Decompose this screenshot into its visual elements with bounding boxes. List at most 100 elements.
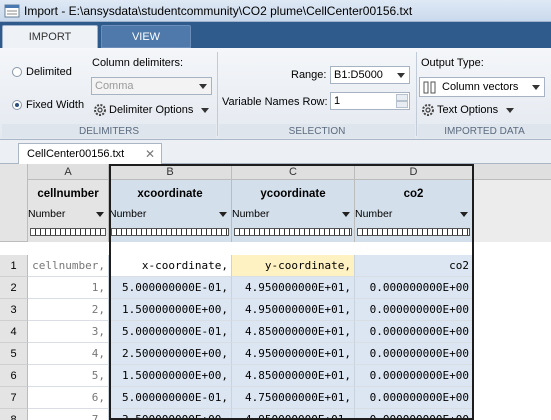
table-cell[interactable]: 2.500000000E+00, <box>109 343 232 365</box>
variable-name[interactable]: cellnumber <box>28 188 108 200</box>
output-type-value: Column vectors <box>442 81 519 93</box>
column-header-c[interactable]: C <box>232 164 355 180</box>
file-tab[interactable]: CellCenter00156.txt ✕ <box>18 143 162 164</box>
table-cell[interactable]: 4.950000000E+01, <box>232 299 355 321</box>
spin-down-icon[interactable] <box>396 101 408 108</box>
table-cell[interactable]: 0.000000000E+00 <box>355 409 473 420</box>
table-cell[interactable]: 4.750000000E+01, <box>232 387 355 409</box>
close-icon[interactable]: ✕ <box>145 144 155 164</box>
ribbon-tab-strip: IMPORT VIEW <box>0 22 551 48</box>
document-tab-bar: CellCenter00156.txt ✕ <box>0 140 551 164</box>
delimited-label: Delimited <box>26 66 72 78</box>
row-number[interactable]: 4 <box>0 321 28 343</box>
table-cell[interactable]: x-coordinate, <box>109 255 232 277</box>
delimited-radio[interactable] <box>12 67 22 77</box>
chevron-down-icon[interactable] <box>96 212 104 217</box>
chevron-down-icon <box>397 73 405 78</box>
table-cell[interactable]: 4.950000000E+01, <box>232 409 355 420</box>
table-cell[interactable]: 0.000000000E+00 <box>355 277 473 299</box>
variable-names-row-label: Variable Names Row: <box>222 96 328 108</box>
width-ruler[interactable] <box>30 228 106 236</box>
chevron-down-icon[interactable] <box>219 212 227 217</box>
row-number[interactable]: 2 <box>0 277 28 299</box>
chevron-down-icon <box>506 107 515 113</box>
tab-import[interactable]: IMPORT <box>2 25 98 48</box>
table-cell[interactable]: 4.850000000E+01, <box>232 321 355 343</box>
table-cell[interactable]: 5.000000000E-01, <box>109 321 232 343</box>
delimiter-options-button[interactable]: Delimiter Options <box>93 101 210 119</box>
table-cell[interactable]: 0.000000000E+00 <box>355 365 473 387</box>
chevron-down-icon[interactable] <box>460 212 468 217</box>
table-cell[interactable]: 5.000000000E-01, <box>109 387 232 409</box>
table-cell[interactable]: 0.000000000E+00 <box>355 387 473 409</box>
variable-type[interactable]: Number <box>28 208 65 220</box>
column-header-d[interactable]: D <box>355 164 473 180</box>
table-cell[interactable]: 5, <box>28 365 109 387</box>
variable-name[interactable]: co2 <box>355 188 472 200</box>
row-number[interactable]: 8 <box>0 409 28 420</box>
width-ruler[interactable] <box>111 228 229 236</box>
delimiters-group-label: DELIMITERS <box>78 126 139 137</box>
grid-corner <box>0 164 28 242</box>
fixed-width-label: Fixed Width <box>26 99 85 111</box>
ribbon: Delimited Fixed Width Column delimiters:… <box>0 48 551 140</box>
table-cell[interactable]: 7, <box>28 409 109 420</box>
column-header-a[interactable]: A <box>28 164 109 180</box>
import-app-icon <box>4 4 20 18</box>
row-number[interactable]: 3 <box>0 299 28 321</box>
column-header-b[interactable]: B <box>109 164 232 180</box>
table-cell[interactable]: 6, <box>28 387 109 409</box>
table-cell[interactable]: 3.500000000E+00, <box>109 409 232 420</box>
table-cell[interactable]: 3, <box>28 321 109 343</box>
tab-view[interactable]: VIEW <box>101 25 191 48</box>
variable-names-row-spinner[interactable]: 1 <box>330 92 410 110</box>
text-options-button[interactable]: Text Options <box>421 101 515 119</box>
variable-type[interactable]: Number <box>355 208 392 220</box>
table-cell[interactable]: y-coordinate, <box>232 255 355 277</box>
output-type-label: Output Type: <box>421 57 484 69</box>
delimiter-options-label: Delimiter Options <box>109 104 194 116</box>
row-number[interactable]: 7 <box>0 387 28 409</box>
variable-name[interactable]: xcoordinate <box>109 188 231 200</box>
table-cell[interactable]: 0.000000000E+00 <box>355 299 473 321</box>
column-delimiters-value: Comma <box>95 80 134 92</box>
fixed-width-radio[interactable] <box>12 100 22 110</box>
chevron-down-icon <box>199 84 207 89</box>
row-number[interactable]: 5 <box>0 343 28 365</box>
column-d-info: co2 Number <box>355 180 473 242</box>
variable-name[interactable]: ycoordinate <box>232 188 354 200</box>
table-cell[interactable]: 4.850000000E+01, <box>232 365 355 387</box>
table-cell[interactable]: 4.950000000E+01, <box>232 343 355 365</box>
width-ruler[interactable] <box>357 228 470 236</box>
variable-type[interactable]: Number <box>232 208 269 220</box>
row-number[interactable]: 6 <box>0 365 28 387</box>
table-cell[interactable]: 4.950000000E+01, <box>232 277 355 299</box>
column-b-info: xcoordinate Number <box>109 180 232 242</box>
table-cell[interactable]: 0.000000000E+00 <box>355 343 473 365</box>
table-cell[interactable]: 0.000000000E+00 <box>355 321 473 343</box>
width-ruler[interactable] <box>234 228 352 236</box>
table-cell[interactable]: 4, <box>28 343 109 365</box>
file-tab-label: CellCenter00156.txt <box>27 148 125 160</box>
output-type-select[interactable]: Column vectors <box>419 77 545 97</box>
column-vectors-icon <box>423 81 436 94</box>
table-cell[interactable]: 1, <box>28 277 109 299</box>
row-number[interactable]: 1 <box>0 255 28 277</box>
table-cell[interactable]: 1.500000000E+00, <box>109 365 232 387</box>
range-select[interactable]: B1:D5000 <box>330 66 410 84</box>
table-cell[interactable]: 5.000000000E-01, <box>109 277 232 299</box>
empty-column-header <box>473 164 551 180</box>
table-cell[interactable]: 2, <box>28 299 109 321</box>
column-delimiters-select[interactable]: Comma <box>91 77 212 95</box>
window-title: Import - E:\ansysdata\studentcommunity\C… <box>24 4 413 18</box>
variable-type[interactable]: Number <box>109 208 146 220</box>
column-c-info: ycoordinate Number <box>232 180 355 242</box>
gear-icon <box>94 104 106 117</box>
title-bar: Import - E:\ansysdata\studentcommunity\C… <box>0 0 551 22</box>
spin-up-icon[interactable] <box>396 94 408 101</box>
table-cell[interactable]: cellnumber, <box>28 255 109 277</box>
table-cell[interactable]: co2 <box>355 255 473 277</box>
table-cell[interactable]: 1.500000000E+00, <box>109 299 232 321</box>
chevron-down-icon[interactable] <box>342 212 350 217</box>
gear-icon <box>422 104 434 117</box>
